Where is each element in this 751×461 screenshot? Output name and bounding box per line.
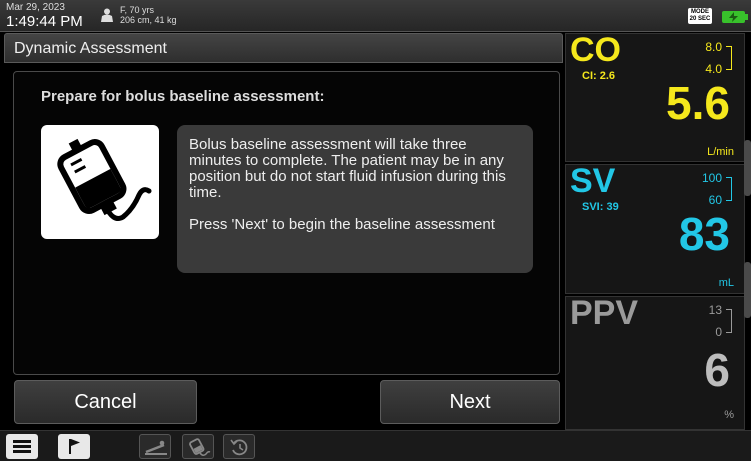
status-bar: Mar 29, 2023 1:49:44 PM F, 70 yrs 206 cm… (0, 0, 751, 32)
co-target-high: 8.0 (705, 40, 722, 54)
patient-height-weight: 206 cm, 41 kg (120, 15, 177, 25)
instruction-message: Bolus baseline assessment will take thre… (177, 125, 533, 273)
tile-scroll-handle[interactable] (744, 140, 751, 196)
dialog-prompt: Prepare for bolus baseline assessment: (41, 88, 325, 105)
patient-age-sex: F, 70 yrs (120, 5, 155, 15)
instruction-paragraph-2: Press 'Next' to begin the baseline asses… (189, 216, 495, 233)
target-bracket-icon (726, 309, 732, 333)
iv-bag-icon (41, 125, 159, 239)
co-target-low: 4.0 (705, 62, 722, 76)
dynamic-assessment-dialog: Dynamic Assessment Prepare for bolus bas… (4, 33, 563, 430)
sv-target-low: 60 (708, 193, 722, 207)
person-icon (101, 8, 113, 22)
flag-button[interactable] (58, 434, 90, 459)
menu-icon (13, 440, 31, 453)
ppv-label: PPV (570, 296, 639, 332)
battery-charging-icon (722, 11, 748, 23)
menu-button[interactable] (6, 434, 38, 459)
date-label: Mar 29, 2023 (6, 2, 65, 13)
ci-value: CI: 2.6 (582, 70, 616, 82)
target-bracket-icon (726, 46, 732, 70)
history-button[interactable] (223, 434, 255, 459)
ppv-parameter-tile[interactable]: PPV 13 0 6 % (565, 296, 745, 430)
co-parameter-tile[interactable]: CO CI: 2.6 8.0 4.0 5.6 L/min (565, 33, 745, 162)
mode-badge[interactable]: MODE 20 SEC (688, 8, 712, 24)
sv-parameter-tile[interactable]: SV SVI: 39 100 60 83 mL (565, 164, 745, 294)
target-bracket-icon (726, 177, 732, 201)
time-label: 1:49:44 PM (6, 13, 83, 30)
fluid-button[interactable] (182, 434, 214, 459)
flag-icon (69, 439, 80, 454)
sv-value: 83 (678, 208, 730, 260)
ppv-target-low: 0 (715, 325, 722, 339)
instruction-paragraph-1: Bolus baseline assessment will take thre… (189, 136, 506, 201)
history-icon (230, 439, 248, 456)
date-time: Mar 29, 2023 1:49:44 PM (6, 2, 83, 30)
iv-bag-icon (189, 438, 211, 457)
mode-interval: 20 SEC (689, 16, 711, 22)
co-unit: L/min (707, 146, 734, 158)
sv-unit: mL (718, 277, 734, 289)
bottom-toolbar (0, 430, 751, 461)
svi-value: SVI: 39 (582, 201, 619, 213)
tile-scroll-handle[interactable] (744, 262, 751, 318)
dialog-header: Dynamic Assessment (4, 33, 563, 63)
dialog-title: Dynamic Assessment (14, 40, 167, 57)
co-label: CO (570, 33, 621, 69)
co-value: 5.6 (666, 77, 730, 129)
sv-label: SV (570, 164, 616, 200)
next-button[interactable]: Next (380, 380, 560, 424)
patient-position-button[interactable] (139, 434, 171, 459)
dialog-body: Prepare for bolus baseline assessment: B… (13, 71, 560, 375)
ppv-value: 6 (704, 344, 730, 396)
sv-target-high: 100 (701, 171, 722, 185)
cancel-button[interactable]: Cancel (14, 380, 197, 424)
patient-info[interactable]: F, 70 yrs 206 cm, 41 kg (100, 5, 177, 25)
ppv-unit: % (724, 409, 734, 421)
patient-bed-icon (145, 440, 167, 455)
ppv-target-high: 13 (708, 303, 722, 317)
mode-label: MODE (691, 9, 709, 15)
